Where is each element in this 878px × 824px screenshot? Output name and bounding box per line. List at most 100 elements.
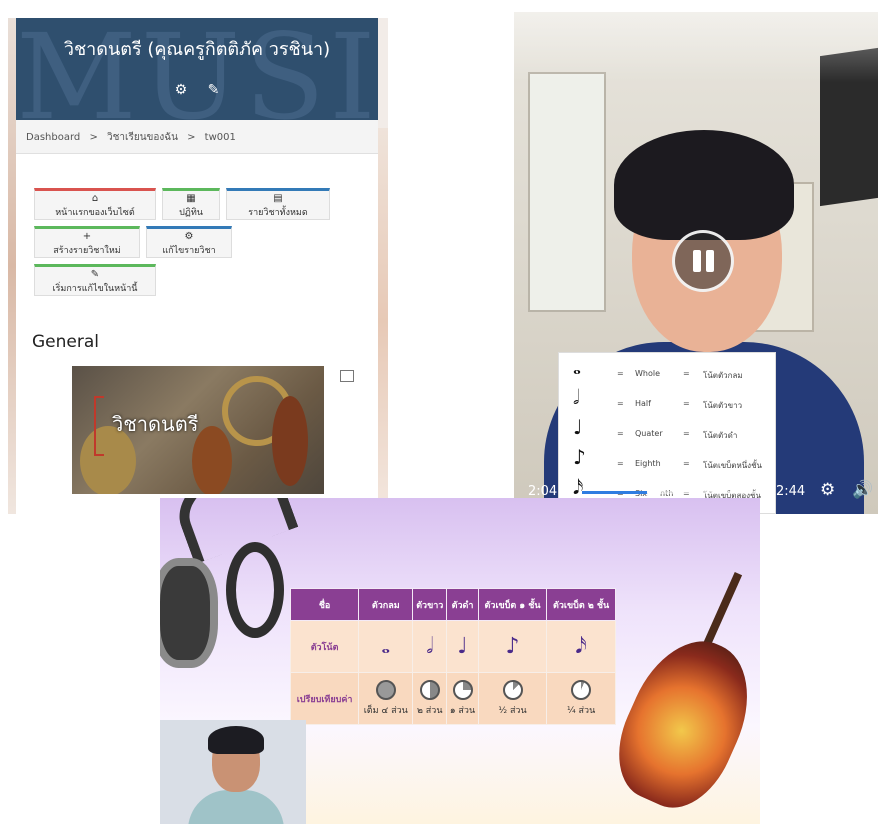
note-english-name: Half (635, 399, 651, 408)
top-gradient (514, 12, 878, 82)
eighth-note-icon: ♪ (573, 445, 586, 469)
course-header: MUSIC วิชาดนตรี (คุณครูกิตติภัค วรชินา) … (16, 18, 378, 120)
all-courses-button[interactable]: ▤ รายวิชาทั้งหมด (226, 188, 330, 220)
breadcrumb-separator: > (89, 132, 98, 143)
duration-time: 2:44 (776, 484, 806, 499)
quarter-note-icon: ♩ (573, 415, 583, 439)
table-header: ตัวขาว (412, 588, 448, 621)
teacher-hair (208, 726, 264, 754)
progress-fill (582, 491, 654, 494)
quarter-note-icon: ♩ (457, 634, 468, 659)
note-row: ♩ = Quater = โน้ตตัวดำ (559, 415, 777, 449)
breadcrumb-course[interactable]: tw001 (205, 132, 236, 143)
table-row: เปรียบเทียบค่า เต็ม ๔ ส่วน ๒ ส่วน ๑ ส่วน… (289, 672, 616, 725)
headphone-cup (160, 558, 218, 668)
teacher-webcam (160, 720, 306, 824)
value-label: ๒ ส่วน (417, 706, 443, 716)
note-english-name: Whole (635, 369, 661, 378)
whole-note-icon: 𝅝 (573, 355, 581, 379)
table-cell: 𝅝 (358, 620, 414, 673)
breadcrumb: Dashboard > วิชาเรียนของฉัน > tw001 (16, 120, 378, 154)
half-circle-icon (419, 680, 440, 700)
pencil-icon: ✎ (90, 269, 100, 280)
site-home-button[interactable]: ⌂ หน้าแรกของเว็บไซต์ (34, 188, 156, 220)
presenter-hair (614, 130, 794, 240)
turn-editing-on-label: เริ่มการแก้ไขในหน้านี้ (52, 284, 138, 294)
calendar-icon: ▦ (186, 193, 196, 204)
table-row: ตัวโน้ต 𝅝 𝅗𝅥 ♩ ♪ 𝅘𝅥𝅯 (289, 620, 616, 673)
value-label: ๑ ส่วน (449, 706, 476, 716)
home-icon: ⌂ (91, 193, 99, 204)
table-cell: ♪ (477, 620, 548, 673)
value-label: ½ ส่วน (498, 706, 527, 716)
quarter-circle-icon (452, 680, 473, 700)
course-image[interactable]: วิชาดนตรี (72, 366, 324, 494)
turn-editing-on-button[interactable]: ✎ เริ่มการแก้ไขในหน้านี้ (34, 264, 156, 296)
half-note-icon: 𝅗𝅥 (573, 385, 580, 409)
row-label: เปรียบเทียบค่า (289, 672, 360, 725)
table-header: ตัวกลม (358, 588, 414, 621)
guitar-illustration (600, 622, 760, 824)
gear-icon: ⚙ (184, 231, 194, 242)
calendar-label: ปฏิทิน (179, 208, 203, 218)
calendar-button[interactable]: ▦ ปฏิทิน (162, 188, 220, 220)
note-values-card: 𝅝 = Whole = โน้ตตัวกลม 𝅗𝅥 = Half = โน้ตต… (558, 352, 776, 514)
pencil-icon[interactable]: ✎ (208, 82, 220, 98)
header-watermark: MUSIC (16, 18, 378, 120)
create-course-label: สร้างรายวิชาใหม่ (53, 246, 121, 256)
gear-icon[interactable]: ⚙ (175, 82, 188, 98)
equals-sign: = (683, 429, 690, 438)
volume-icon[interactable]: 🔊 (852, 480, 873, 500)
equals-sign: = (683, 369, 690, 378)
note-thai-name: โน้ตตัวดำ (703, 431, 738, 440)
table-cell: 𝅗𝅥 (412, 620, 448, 673)
note-thai-name: โน้ตตัวขาว (703, 401, 743, 410)
edit-course-button[interactable]: ⚙ แก้ไขรายวิชา (146, 226, 232, 258)
note-thai-name: โน้ตตัวกลม (703, 371, 743, 380)
headphone-band (167, 498, 299, 565)
video-window-shape (528, 72, 606, 312)
video-player-panel: 𝅝 = Whole = โน้ตตัวกลม 𝅗𝅥 = Half = โน้ตต… (514, 12, 878, 514)
eighth-circle-icon (502, 680, 523, 700)
settings-icon[interactable]: ⚙ (820, 480, 835, 500)
create-course-button[interactable]: + สร้างรายวิชาใหม่ (34, 226, 140, 258)
equals-sign: = (617, 369, 624, 378)
headphone-cup (226, 542, 284, 638)
teacher-body (188, 790, 284, 824)
row-label: ตัวโน้ต (289, 620, 360, 673)
lesson-slide-panel: ชื่อ ตัวกลม ตัวขาว ตัวดำ ตัวเขบ็ต ๑ ชั้น… (160, 498, 760, 824)
note-english-name: Quater (635, 429, 663, 438)
course-image-label: วิชาดนตรี (112, 412, 199, 436)
note-values-table: ชื่อ ตัวกลม ตัวขาว ตัวดำ ตัวเขบ็ต ๑ ชั้น… (289, 588, 616, 725)
current-time: 2:04 (528, 484, 558, 499)
note-row: 𝅝 = Whole = โน้ตตัวกลม (559, 355, 777, 389)
site-home-label: หน้าแรกของเว็บไซต์ (55, 208, 135, 218)
table-cell: ♩ (446, 620, 479, 673)
sixteenth-circle-icon (571, 680, 592, 700)
table-cell: ½ ส่วน (477, 672, 548, 725)
note-row: ♪ = Eighth = โน้ตเขบ็ตหนึ่งชั้น (559, 445, 777, 479)
half-note-icon: 𝅗𝅥 (426, 634, 434, 659)
breadcrumb-my-courses[interactable]: วิชาเรียนของฉัน (107, 132, 178, 143)
equals-sign: = (683, 399, 690, 408)
courses-icon: ▤ (273, 193, 283, 204)
note-thai-name: โน้ตเขบ็ตหนึ่งชั้น (703, 461, 762, 470)
table-cell: ๒ ส่วน (412, 672, 448, 725)
full-circle-icon (375, 680, 396, 700)
completion-checkbox[interactable] (340, 370, 354, 382)
progress-handle[interactable] (647, 485, 661, 499)
breadcrumb-separator: > (187, 132, 196, 143)
value-label: ¼ ส่วน (566, 706, 596, 716)
progress-bar[interactable] (582, 485, 762, 499)
equals-sign: = (617, 399, 624, 408)
table-cell: เต็ม ๔ ส่วน (358, 672, 414, 725)
breadcrumb-dashboard[interactable]: Dashboard (26, 132, 80, 143)
table-header-row: ชื่อ ตัวกลม ตัวขาว ตัวดำ ตัวเขบ็ต ๑ ชั้น… (289, 588, 616, 621)
equals-sign: = (683, 459, 690, 468)
pause-button[interactable] (672, 230, 734, 292)
highlight-bracket (94, 396, 104, 456)
table-header: ชื่อ (289, 588, 360, 621)
course-title: วิชาดนตรี (คุณครูกิตติภัค วรชินา) (63, 39, 331, 60)
whole-note-icon: 𝅝 (381, 634, 391, 659)
table-header: ตัวเขบ็ต ๑ ชั้น (477, 588, 548, 621)
